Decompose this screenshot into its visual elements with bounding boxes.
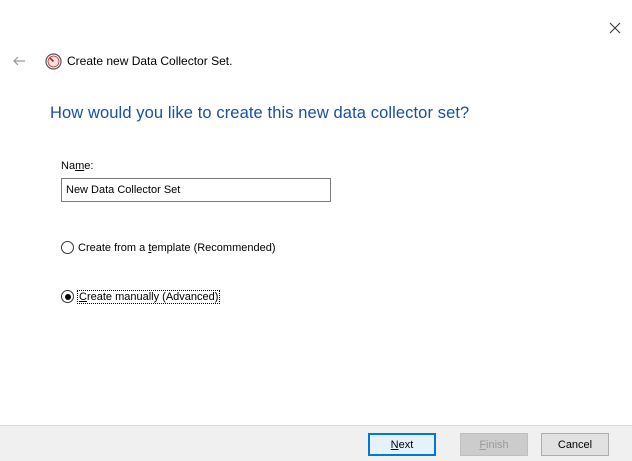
manual-option-label: Create manually (Advanced) — [76, 289, 221, 304]
back-arrow-icon — [13, 56, 25, 66]
manual-radio[interactable] — [61, 290, 74, 303]
template-option-label: Create from a template (Recommended) — [78, 241, 276, 254]
name-label: Name: — [61, 160, 94, 172]
button-bar — [0, 425, 632, 461]
performance-monitor-icon — [44, 52, 62, 70]
next-button[interactable]: Next — [368, 433, 436, 456]
name-input[interactable] — [61, 178, 331, 202]
wizard-title: Create new Data Collector Set. — [67, 54, 233, 68]
close-button[interactable] — [598, 14, 632, 42]
back-button[interactable] — [9, 51, 29, 71]
manual-option[interactable]: Create manually (Advanced) — [61, 289, 221, 304]
cancel-button[interactable]: Cancel — [541, 433, 609, 456]
finish-button[interactable]: Finish — [460, 433, 528, 456]
template-radio[interactable] — [61, 241, 74, 254]
wizard-nav: Create new Data Collector Set. — [0, 48, 400, 74]
close-icon — [609, 22, 621, 34]
page-heading: How would you like to create this new da… — [50, 104, 470, 122]
template-option[interactable]: Create from a template (Recommended) — [61, 241, 276, 254]
wizard-window: Create new Data Collector Set. How would… — [0, 0, 632, 461]
